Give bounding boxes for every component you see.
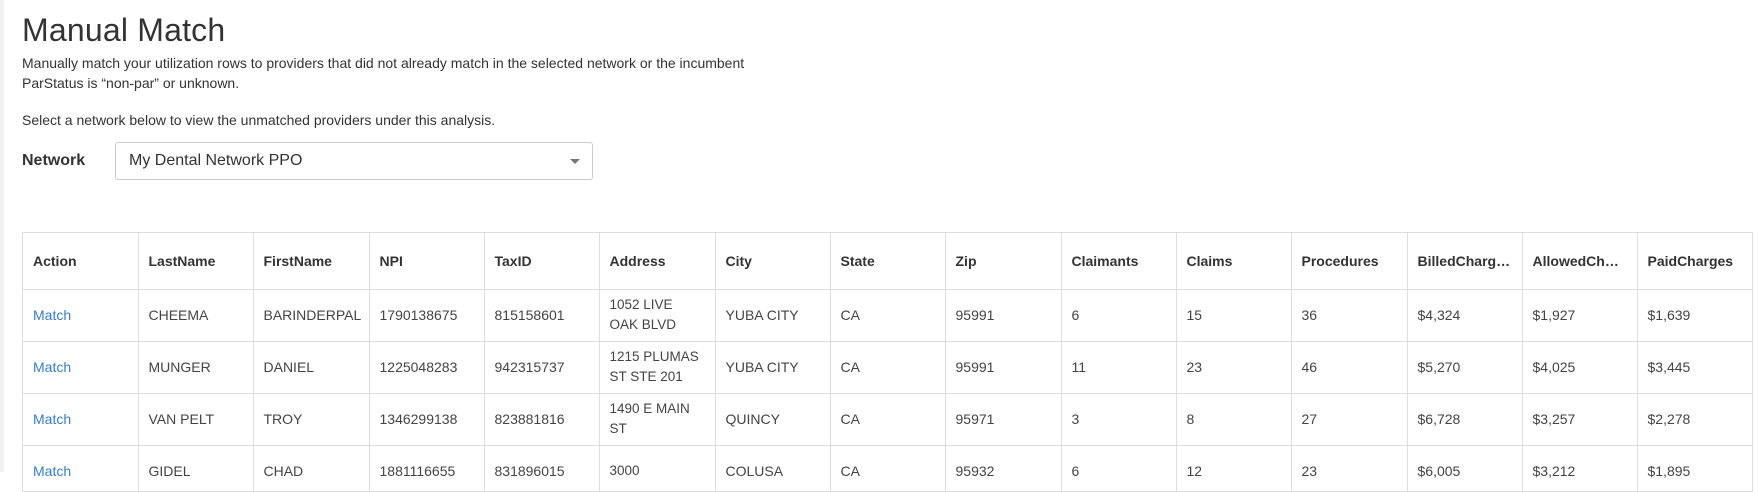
address-cell: 1490 E MAIN ST: [599, 393, 716, 446]
billed-charges-cell: $4,324: [1407, 289, 1523, 342]
claims-cell: 8: [1176, 393, 1292, 446]
column-header-action[interactable]: Action: [23, 233, 139, 290]
allowed-charges-cell: $4,025: [1522, 341, 1638, 394]
procedures-cell: 46: [1291, 341, 1408, 394]
city-cell: QUINCY: [715, 393, 831, 446]
claimants-cell: 6: [1061, 445, 1177, 491]
network-select[interactable]: My Dental Network PPO: [115, 142, 593, 180]
taxid-cell: 815158601: [484, 289, 600, 342]
action-cell: Match: [23, 393, 139, 446]
column-header-paidcharges[interactable]: PaidCharges: [1637, 233, 1752, 290]
match-link[interactable]: Match: [33, 307, 71, 323]
table-row: Match CHEEMA BARINDERPAL 1790138675 8151…: [23, 289, 1752, 342]
column-header-taxid[interactable]: TaxID: [484, 233, 600, 290]
billed-charges-cell: $6,728: [1407, 393, 1523, 446]
page-description: Manually match your utilization rows to …: [22, 53, 782, 93]
table-row: Match MUNGER DANIEL 1225048283 942315737…: [23, 341, 1752, 394]
column-header-billedcharges[interactable]: BilledCharges: [1407, 233, 1523, 290]
action-cell: Match: [23, 341, 139, 394]
procedures-cell: 36: [1291, 289, 1408, 342]
left-edge-rule: [0, 0, 4, 472]
firstname-cell: TROY: [253, 393, 370, 446]
description-line-1: Manually match your utilization rows to …: [22, 55, 745, 71]
claimants-cell: 3: [1061, 393, 1177, 446]
match-link[interactable]: Match: [33, 463, 71, 479]
zip-cell: 95971: [945, 393, 1062, 446]
action-cell: Match: [23, 445, 139, 491]
select-network-hint: Select a network below to view the unmat…: [22, 112, 496, 128]
zip-cell: 95991: [945, 341, 1062, 394]
column-header-procedures[interactable]: Procedures: [1291, 233, 1408, 290]
npi-cell: 1346299138: [369, 393, 485, 446]
taxid-cell: 823881816: [484, 393, 600, 446]
city-cell: COLUSA: [715, 445, 831, 491]
taxid-cell: 942315737: [484, 341, 600, 394]
column-header-claimants[interactable]: Claimants: [1061, 233, 1177, 290]
zip-cell: 95932: [945, 445, 1062, 491]
firstname-cell: CHAD: [253, 445, 370, 491]
allowed-charges-cell: $3,257: [1522, 393, 1638, 446]
paid-charges-cell: $3,445: [1637, 341, 1752, 394]
column-header-npi[interactable]: NPI: [369, 233, 485, 290]
allowed-charges-cell: $3,212: [1522, 445, 1638, 491]
lastname-cell: GIDEL: [138, 445, 254, 491]
paid-charges-cell: $2,278: [1637, 393, 1752, 446]
claims-cell: 23: [1176, 341, 1292, 394]
column-header-lastname[interactable]: LastName: [138, 233, 254, 290]
page-title: Manual Match: [22, 12, 226, 48]
column-header-allowedcharges[interactable]: AllowedChar…: [1522, 233, 1638, 290]
address-cell: 3000: [599, 445, 716, 491]
network-selected-value: My Dental Network PPO: [129, 152, 303, 169]
firstname-cell: BARINDERPAL: [253, 289, 370, 342]
column-header-claims[interactable]: Claims: [1176, 233, 1292, 290]
column-header-state[interactable]: State: [830, 233, 946, 290]
firstname-cell: DANIEL: [253, 341, 370, 394]
claimants-cell: 11: [1061, 341, 1177, 394]
paid-charges-cell: $1,895: [1637, 445, 1752, 491]
lastname-cell: CHEEMA: [138, 289, 254, 342]
state-cell: CA: [830, 289, 946, 342]
match-link[interactable]: Match: [33, 411, 71, 427]
city-cell: YUBA CITY: [715, 341, 831, 394]
action-cell: Match: [23, 289, 139, 342]
match-link[interactable]: Match: [33, 359, 71, 375]
claimants-cell: 6: [1061, 289, 1177, 342]
address-cell: 1215 PLUMAS ST STE 201: [599, 341, 716, 394]
state-cell: CA: [830, 341, 946, 394]
claims-cell: 15: [1176, 289, 1292, 342]
state-cell: CA: [830, 393, 946, 446]
description-line-2: ParStatus is “non-par” or unknown.: [22, 75, 240, 91]
procedures-cell: 27: [1291, 393, 1408, 446]
table-header-row: Action LastName FirstName NPI TaxID Addr…: [23, 233, 1752, 290]
city-cell: YUBA CITY: [715, 289, 831, 342]
lastname-cell: VAN PELT: [138, 393, 254, 446]
network-label: Network: [22, 152, 86, 169]
address-cell: 1052 LIVE OAK BLVD: [599, 289, 716, 342]
lastname-cell: MUNGER: [138, 341, 254, 394]
column-header-city[interactable]: City: [715, 233, 831, 290]
unmatched-providers-grid: Action LastName FirstName NPI TaxID Addr…: [22, 232, 1753, 492]
npi-cell: 1225048283: [369, 341, 485, 394]
column-header-address[interactable]: Address: [599, 233, 716, 290]
claims-cell: 12: [1176, 445, 1292, 491]
providers-table: Action LastName FirstName NPI TaxID Addr…: [23, 233, 1752, 491]
column-header-zip[interactable]: Zip: [945, 233, 1062, 290]
allowed-charges-cell: $1,927: [1522, 289, 1638, 342]
chevron-down-icon[interactable]: [570, 159, 580, 164]
paid-charges-cell: $1,639: [1637, 289, 1752, 342]
npi-cell: 1881116655: [369, 445, 485, 491]
taxid-cell: 831896015: [484, 445, 600, 491]
table-row: Match GIDEL CHAD 1881116655 831896015 30…: [23, 445, 1752, 491]
billed-charges-cell: $6,005: [1407, 445, 1523, 491]
npi-cell: 1790138675: [369, 289, 485, 342]
procedures-cell: 23: [1291, 445, 1408, 491]
billed-charges-cell: $5,270: [1407, 341, 1523, 394]
zip-cell: 95991: [945, 289, 1062, 342]
column-header-firstname[interactable]: FirstName: [253, 233, 370, 290]
table-row: Match VAN PELT TROY 1346299138 823881816…: [23, 393, 1752, 446]
state-cell: CA: [830, 445, 946, 491]
